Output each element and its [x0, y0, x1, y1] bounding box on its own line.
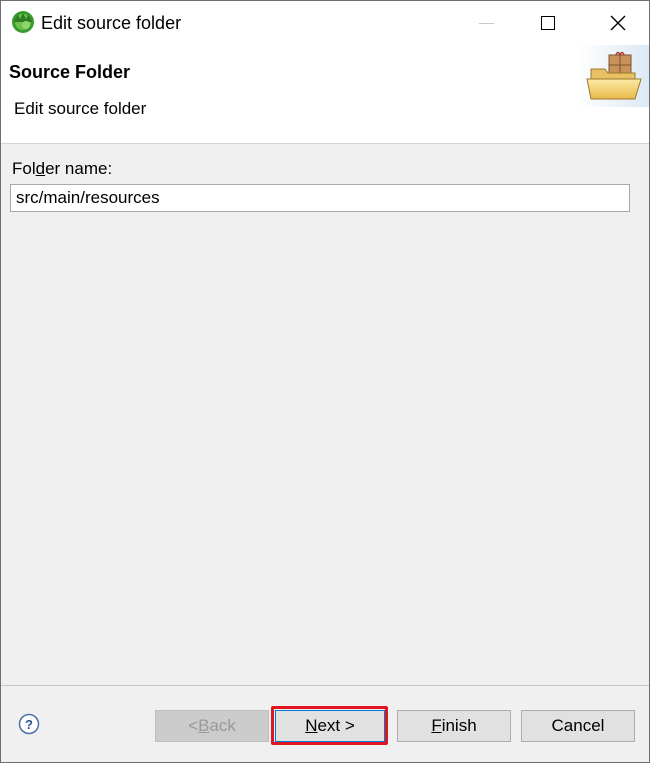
svg-text:?: ? [25, 717, 33, 732]
page-title: Source Folder [9, 62, 131, 82]
maximize-icon [541, 16, 555, 30]
wizard-banner: Source Folder Edit source folder [1, 45, 649, 144]
cancel-button[interactable]: Cancel [521, 710, 635, 742]
button-bar: ? < Back Next > Finish Cancel [1, 685, 649, 762]
window-title: Edit source folder [41, 13, 182, 33]
folder-name-input[interactable] [10, 184, 630, 212]
title-bar[interactable]: Edit source folder [1, 1, 649, 45]
minimize-icon [478, 22, 494, 24]
close-button[interactable] [587, 1, 649, 45]
minimize-button[interactable] [455, 1, 517, 45]
back-button[interactable]: < Back [155, 710, 269, 742]
next-button[interactable]: Next > [275, 710, 385, 742]
folder-name-label: Folder name: [12, 159, 113, 178]
help-icon[interactable]: ? [18, 713, 40, 735]
wizard-content: Folder name: [1, 144, 649, 684]
page-description: Edit source folder [14, 99, 147, 118]
folder-package-icon [577, 45, 649, 107]
maximize-button[interactable] [517, 1, 579, 45]
dialog-window: Edit source folder Source Folder Edit so… [0, 0, 650, 763]
finish-button[interactable]: Finish [397, 710, 511, 742]
close-icon [610, 15, 626, 31]
eclipse-icon [11, 10, 35, 34]
